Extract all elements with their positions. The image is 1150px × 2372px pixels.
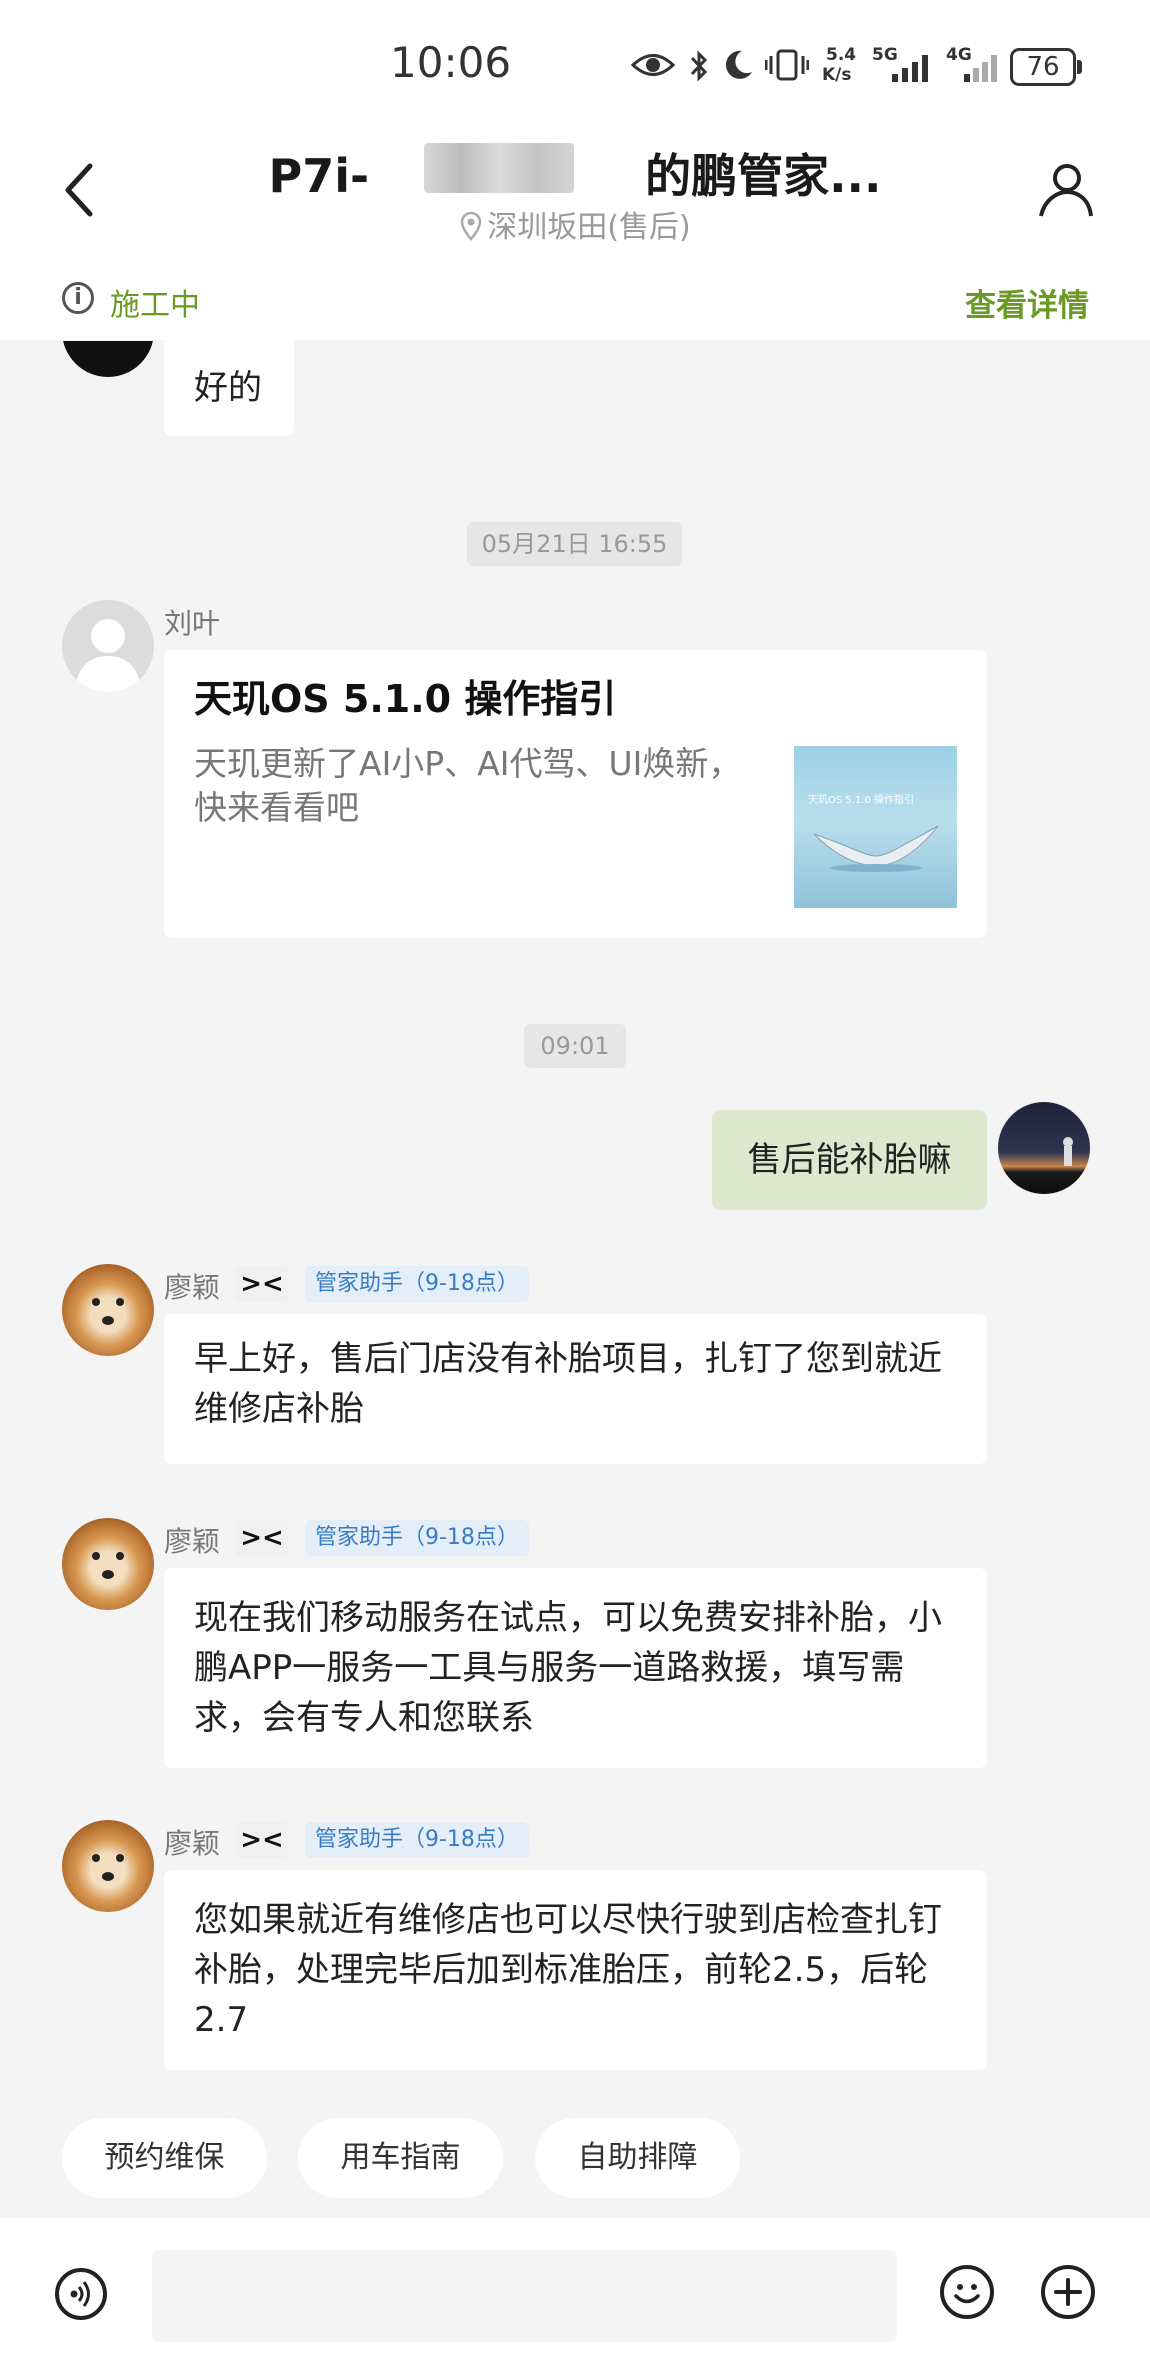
default-avatar-icon (74, 619, 142, 692)
quick-reply-guide[interactable]: 用车指南 (298, 2118, 503, 2198)
map-pin-icon (461, 211, 482, 241)
message-text: 现在我们移动服务在试点，可以免费安排补胎，小鹏APP一服务一工具与服务一道路救援… (194, 1598, 942, 1738)
avatar[interactable] (62, 1518, 154, 1610)
message-bubble: 早上好，售后门店没有补胎项目，扎钉了您到就近维修店补胎 (164, 1314, 987, 1464)
voice-button[interactable] (55, 2268, 107, 2320)
redacted-name (424, 143, 574, 193)
sender-name: 廖颖 (164, 1827, 221, 1860)
brand-logo-icon: >< (236, 1520, 288, 1556)
emoji-icon (954, 2284, 980, 2304)
outgoing-message-bubble: 售后能补胎嘛 (712, 1110, 987, 1210)
view-details-link[interactable]: 查看详情 (965, 280, 1089, 325)
location-text: 深圳坂田(售后) (487, 210, 691, 245)
message-bubble: 您如果就近有维修店也可以尽快行驶到店检查扎钉补胎，处理完毕后加到标准胎压，前轮2… (164, 1870, 987, 2070)
role-tag: 管家助手（9-18点） (305, 1266, 529, 1302)
article-card[interactable]: 天玑OS 5.1.0 操作指引 天玑更新了AI小P、AI代驾、UI焕新，快来看看… (164, 650, 987, 938)
moon-icon (725, 50, 752, 79)
quick-reply-maintenance[interactable]: 预约维保 (62, 2118, 267, 2198)
message-text: 好的 (194, 368, 262, 408)
card-thumbnail: 天玑OS 5.1.0 操作指引 (794, 746, 957, 908)
avatar[interactable] (62, 1264, 154, 1356)
vibrate-icon (765, 49, 809, 81)
bluetooth-icon (690, 50, 708, 82)
timestamp-badge: 05月21日 16:55 (467, 522, 682, 566)
brand-logo-icon: >< (236, 1266, 288, 1302)
role-tag: 管家助手（9-18点） (305, 1520, 529, 1556)
net-speed-value: 5.4 (826, 45, 857, 65)
chat-location: 深圳坂田(售后) (0, 202, 1150, 246)
chat-title: P7i- 的鹏管家... (268, 149, 882, 203)
info-icon: i (62, 282, 94, 314)
avatar-scene-icon (1063, 1137, 1073, 1166)
sender-name: 廖颖 (164, 1271, 221, 1304)
thumbnail-graphic (813, 825, 939, 872)
message-text: 早上好，售后门店没有补胎项目，扎钉了您到就近维修店补胎 (194, 1339, 942, 1429)
signal-bars-icon-2 (964, 55, 997, 82)
message-text: 您如果就近有维修店也可以尽快行驶到店检查扎钉补胎，处理完毕后加到标准胎压，前轮2… (194, 1900, 942, 2040)
message-bubble: 现在我们移动服务在试点，可以免费安排补胎，小鹏APP一服务一工具与服务一道路救援… (164, 1568, 987, 1768)
sender-name: 刘叶 (164, 607, 221, 640)
emoji-button[interactable] (940, 2265, 994, 2319)
card-title: 天玑OS 5.1.0 操作指引 (194, 677, 617, 721)
service-status: 施工中 (110, 288, 200, 323)
plus-icon (1054, 2278, 1082, 2306)
plus-button[interactable] (1041, 2265, 1095, 2319)
message-text: 售后能补胎嘛 (747, 1140, 952, 1180)
role-tag: 管家助手（9-18点） (305, 1822, 529, 1858)
voice-icon (70, 2281, 90, 2307)
sender-name: 廖颖 (164, 1525, 221, 1558)
battery-indicator: 76 (1010, 48, 1082, 86)
brand-logo-icon: >< (236, 1822, 288, 1858)
quick-reply-troubleshoot[interactable]: 自助排障 (535, 2118, 740, 2198)
signal-bars-icon (892, 55, 928, 82)
message-input[interactable] (152, 2250, 897, 2342)
avatar[interactable] (62, 1820, 154, 1912)
card-description: 天玑更新了AI小P、AI代驾、UI焕新，快来看看吧 (194, 744, 742, 827)
net-speed-unit: K/s (822, 65, 852, 85)
avatar[interactable] (62, 600, 154, 692)
status-time: 10:06 (390, 38, 512, 87)
profile-button[interactable] (1035, 160, 1095, 220)
timestamp-badge: 09:01 (524, 1024, 626, 1068)
my-avatar[interactable] (998, 1102, 1090, 1194)
eye-icon (630, 54, 676, 76)
message-bubble: 好的 (164, 340, 294, 436)
